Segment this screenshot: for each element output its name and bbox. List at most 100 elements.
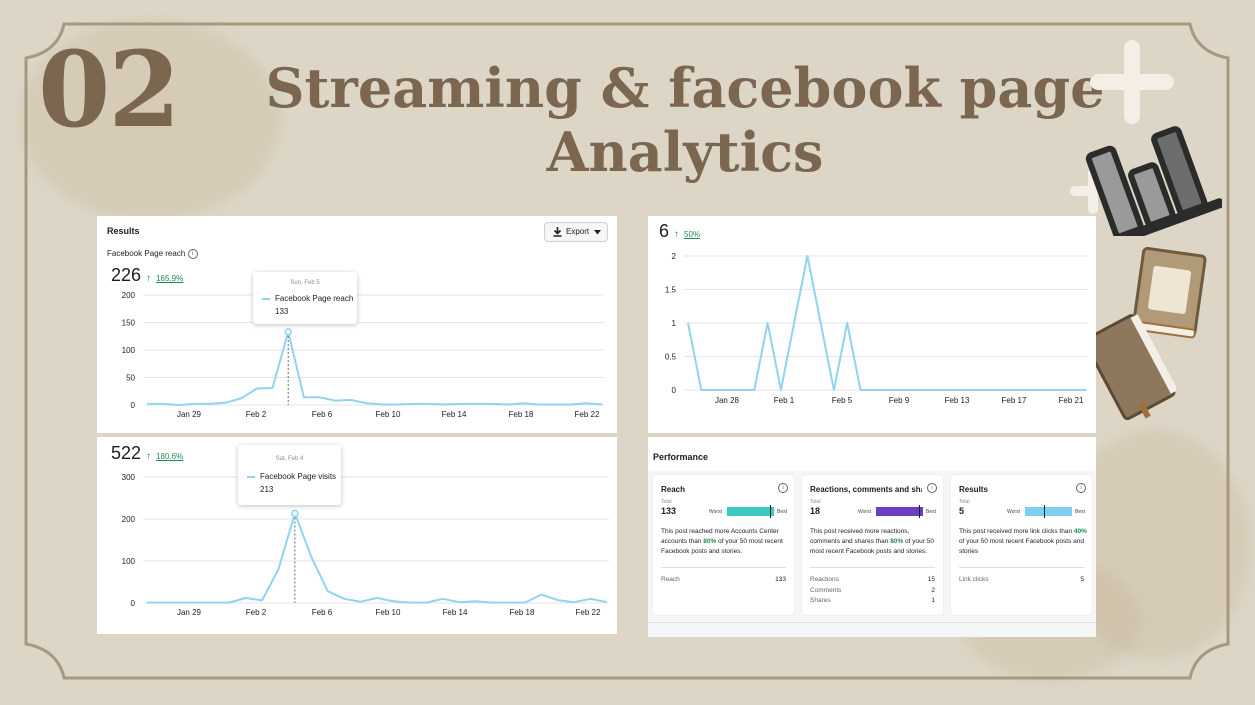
performance-bar (727, 507, 774, 516)
metric-label: Link clicks (959, 576, 989, 583)
x-tick-label: Feb 21 (1059, 396, 1084, 405)
highlighted-point[interactable] (284, 328, 292, 336)
y-tick-label: 100 (122, 557, 136, 566)
reach-panel: Results Export Facebook Page reach i 226… (97, 216, 617, 433)
tooltip-date: Sun, Feb 5 (290, 280, 320, 286)
export-label: Export (566, 227, 590, 236)
description-percent: 40% (1073, 528, 1087, 535)
y-tick-label: 1.5 (665, 286, 677, 295)
tooltip-series: Facebook Page visits (260, 472, 337, 481)
series-line (147, 512, 608, 604)
info-icon[interactable]: i (1076, 483, 1086, 493)
y-tick-label: 100 (122, 346, 136, 355)
total-value: 133 (661, 506, 677, 516)
caret-down-icon (594, 230, 601, 235)
y-tick-label: 0.5 (665, 353, 677, 362)
card-divider (810, 567, 935, 568)
performance-bar (1025, 507, 1072, 516)
x-tick-label: Feb 18 (510, 608, 535, 617)
slide-number: 02 (38, 28, 181, 151)
x-tick-label: Feb 14 (442, 410, 467, 419)
card-description: This post reached more Accounts Center a… (661, 527, 789, 557)
metric-value: 15 (927, 576, 935, 583)
total-number: 6 (659, 221, 670, 241)
trend-up-icon: ↑ (674, 229, 680, 240)
panel-header: Results (107, 226, 140, 236)
card-divider (959, 567, 1084, 568)
tooltip-date: Sat, Feb 4 (275, 456, 304, 462)
description-text: of your 50 most recent Facebook posts an… (959, 538, 1085, 555)
change-percent: 165.9% (156, 274, 184, 283)
x-tick-label: Feb 9 (889, 396, 910, 405)
x-tick-label: Feb 13 (945, 396, 970, 405)
slide-title-line-2: Analytics (546, 120, 824, 184)
worst-label: Worst (858, 509, 871, 515)
change-percent: 180.6% (156, 452, 184, 461)
metric-value: 2 (931, 586, 935, 594)
card-divider (661, 567, 786, 568)
description-percent: 80% (890, 538, 904, 545)
performance-header-bar (648, 437, 1096, 471)
performance-card: Reactions, comments and sha... i Total 18 Wo… (802, 475, 943, 615)
chart-tooltip: Sun, Feb 5 Facebook Page reach 133 (253, 272, 357, 324)
x-tick-label: Feb 10 (376, 608, 401, 617)
metric-label: Shares (810, 597, 831, 604)
metric-label: Comments (810, 586, 842, 594)
x-tick-label: Feb 10 (376, 410, 401, 419)
y-tick-label: 300 (122, 473, 136, 482)
visits-panel: 522 ↑ 180.6% 0 100 200 300 Jan 29 Feb 2 Feb 6 F… (97, 437, 617, 634)
description-percent: 80% (703, 538, 717, 545)
info-icon[interactable]: i (187, 249, 198, 259)
performance-marker (1044, 505, 1045, 518)
total-value: 18 (810, 506, 821, 516)
y-tick-label: 200 (122, 291, 136, 300)
x-tick-label: Jan 28 (715, 396, 740, 405)
x-tick-label: Feb 22 (576, 608, 601, 617)
card-title: Results (959, 485, 988, 494)
book-icon (1092, 314, 1176, 421)
tooltip-value: 133 (275, 307, 289, 316)
tooltip-value: 213 (260, 485, 274, 494)
performance-bar (876, 507, 923, 516)
panel-divider (648, 622, 1096, 623)
total-value: 522 ↑ 180.6% (111, 443, 183, 464)
total-label: Total (661, 499, 672, 505)
performance-panel: Performance Reach i Total 133 Worst Best This … (648, 437, 1096, 637)
y-tick-label: 2 (672, 252, 677, 261)
y-tick-label: 150 (122, 319, 136, 328)
plus-icon (1090, 40, 1174, 124)
performance-marker (919, 505, 920, 518)
y-tick-label: 0 (131, 599, 136, 608)
highlighted-point[interactable] (291, 509, 299, 518)
info-icon[interactable]: i (927, 483, 937, 493)
total-value: 6 ↑ 50% (659, 221, 700, 242)
card-description: This post received more link clicks than… (959, 527, 1087, 557)
total-value: 5 (959, 506, 965, 516)
y-tick-label: 1 (672, 319, 677, 328)
change-percent: 50% (684, 230, 701, 239)
x-tick-label: Feb 6 (312, 608, 333, 617)
card-description: This post received more reactions, comme… (810, 527, 938, 557)
tooltip-series: Facebook Page reach (275, 294, 354, 303)
x-tick-label: Feb 5 (832, 396, 853, 405)
trend-up-icon: ↑ (146, 451, 152, 462)
info-icon[interactable]: i (778, 483, 788, 493)
best-label: Best (1075, 509, 1086, 515)
x-tick-label: Jan 29 (177, 608, 202, 617)
y-tick-label: 50 (126, 374, 135, 383)
x-tick-label: Feb 2 (246, 410, 267, 419)
best-label: Best (926, 509, 937, 515)
metric-value: 133 (775, 576, 786, 583)
metric-label: Reactions (810, 576, 839, 583)
card-title: Reactions, comments and sha... (810, 485, 922, 494)
x-tick-label: Feb 1 (774, 396, 795, 405)
total-number: 226 (111, 265, 142, 285)
worst-label: Worst (709, 509, 722, 515)
metric-value: 1 (931, 597, 935, 604)
x-tick-label: Feb 6 (312, 410, 333, 419)
metric-value: 5 (1080, 576, 1084, 583)
performance-card: Results i Total 5 Worst Best This post receive… (951, 475, 1092, 615)
panel-subtitle: Facebook Page reach i (107, 249, 198, 259)
export-button[interactable]: Export (544, 222, 608, 242)
x-tick-label: Feb 18 (509, 410, 534, 419)
